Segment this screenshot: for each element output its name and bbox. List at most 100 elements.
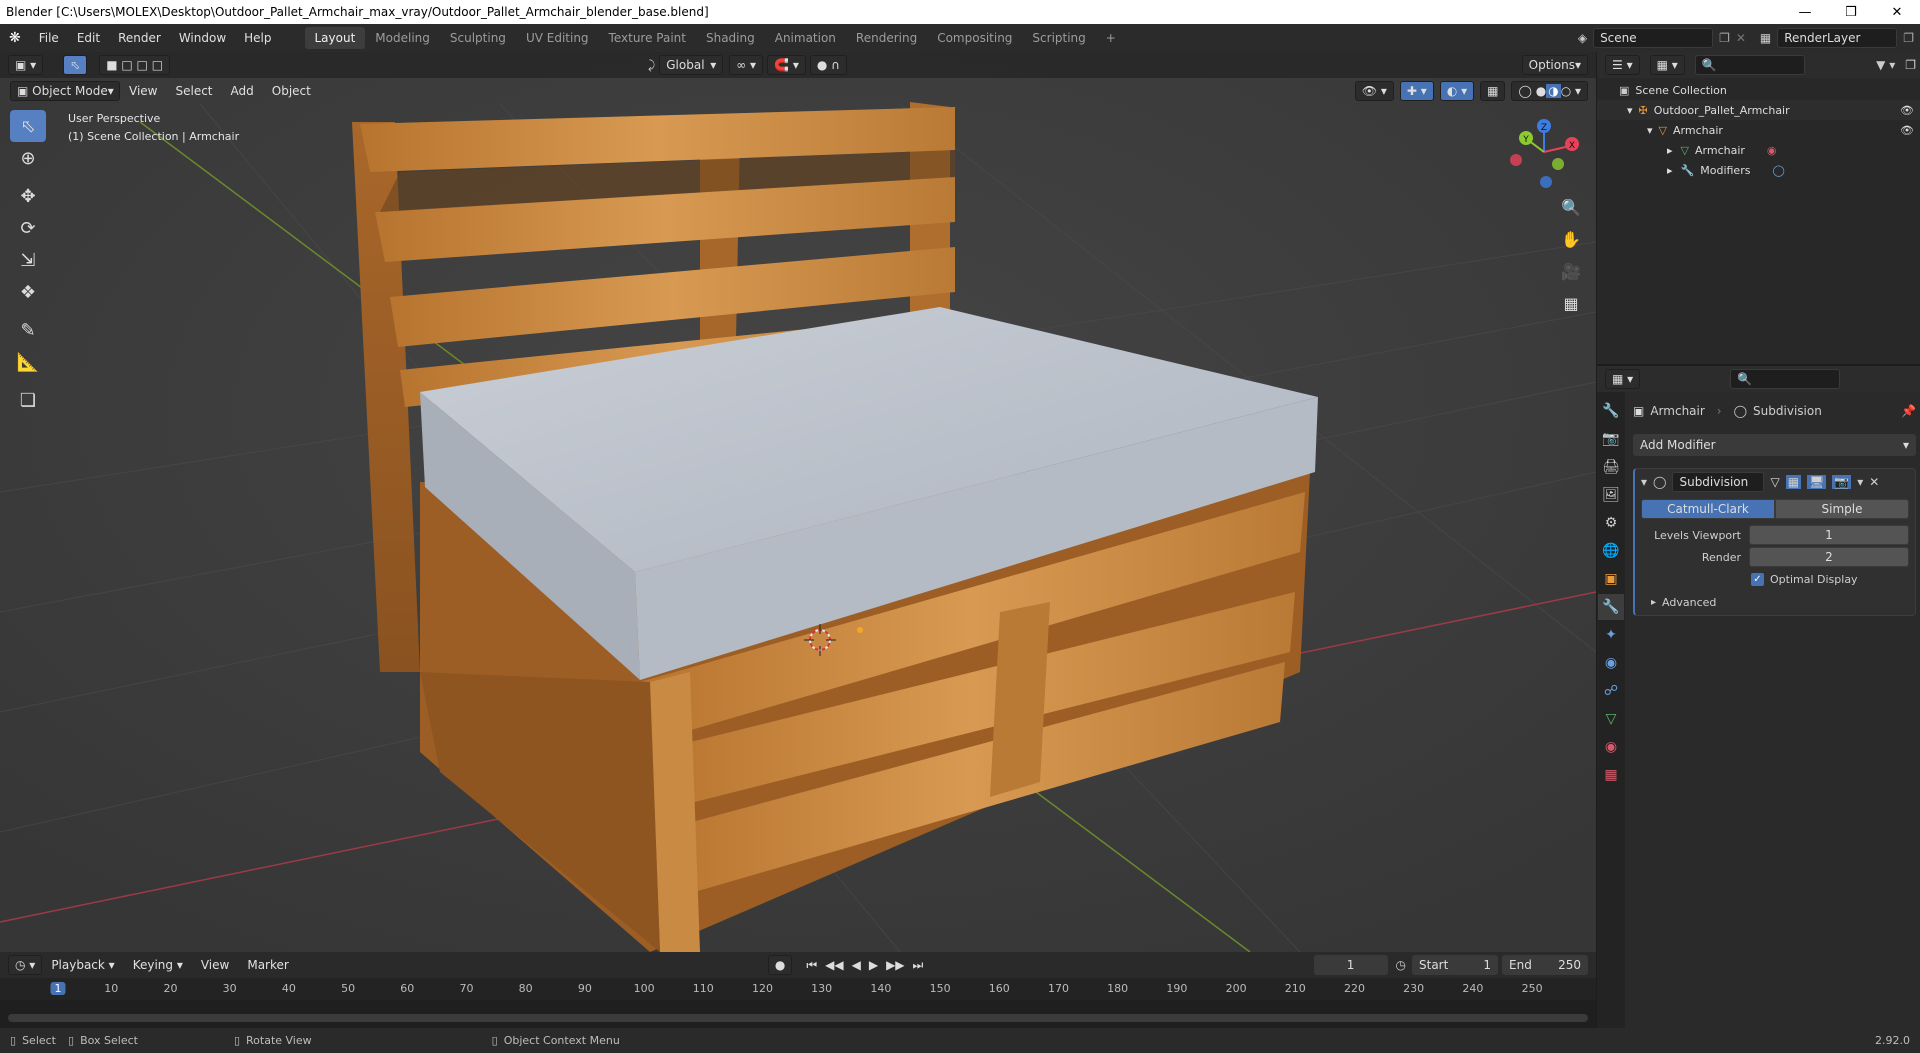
workspace-tab-sculpting[interactable]: Sculpting xyxy=(440,27,516,49)
timeline-editor-type-icon[interactable]: ◷ ▾ xyxy=(8,955,43,975)
outliner-search-input[interactable]: 🔍 xyxy=(1694,55,1805,75)
outliner-row-object[interactable]: ▾ ▽ Armchair 👁 xyxy=(1597,120,1920,140)
timeline-ruler[interactable]: 1 10 20 30 40 50 60 70 80 90 100 110 120 130 140 150 160… xyxy=(0,978,1596,1000)
display-mode-icon[interactable]: ▦ ▾ xyxy=(1649,55,1685,75)
properties-search-input[interactable]: 🔍 xyxy=(1730,369,1841,389)
filter-icon[interactable]: ▼ ▾ xyxy=(1876,58,1895,72)
modifier-menu-icon[interactable]: ▾ xyxy=(1857,475,1863,489)
ortho-grid-icon[interactable]: ▦ xyxy=(1556,288,1586,318)
viewport-menu-object[interactable]: Object xyxy=(263,84,320,98)
add-workspace-button[interactable]: + xyxy=(1096,27,1126,49)
outliner-row-scene-collection[interactable]: ▣ Scene Collection xyxy=(1597,80,1920,100)
menu-render[interactable]: Render xyxy=(109,31,170,45)
world-tab-icon[interactable]: 🌐 xyxy=(1598,538,1624,564)
particles-tab-icon[interactable]: ✦ xyxy=(1598,622,1624,648)
jump-end-icon[interactable]: ⏭ xyxy=(913,958,924,973)
render-layer-selector[interactable]: RenderLayer xyxy=(1777,28,1898,48)
scene-selector[interactable]: Scene xyxy=(1593,28,1714,48)
transform-orientation-dropdown[interactable]: Global ▾ xyxy=(659,55,724,75)
render-layer-icon[interactable]: ▦ xyxy=(1760,31,1771,45)
annotate-tool-icon[interactable]: ✎ xyxy=(10,314,46,346)
properties-editor-type-icon[interactable]: ▦ ▾ xyxy=(1605,369,1641,389)
object-tab-icon[interactable]: ▣ xyxy=(1598,566,1624,592)
physics-tab-icon[interactable]: ◉ xyxy=(1598,650,1624,676)
xray-toggle-icon[interactable]: ▦ xyxy=(1480,81,1506,101)
render-levels-field[interactable]: 2 xyxy=(1749,547,1909,567)
maximize-button[interactable]: ❒ xyxy=(1828,5,1874,20)
workspace-tab-layout[interactable]: Layout xyxy=(304,27,366,49)
minimize-button[interactable]: — xyxy=(1782,5,1828,20)
visibility-eye-icon[interactable]: 👁 xyxy=(1900,124,1914,137)
pan-hand-icon[interactable]: ✋ xyxy=(1556,224,1586,254)
next-keyframe-icon[interactable]: ▶▶ xyxy=(886,958,904,973)
record-keyframe-icon[interactable]: ● xyxy=(767,955,793,975)
select-box-tool-icon[interactable]: ⬁ xyxy=(10,110,46,142)
rotate-tool-icon[interactable]: ⟳ xyxy=(10,212,46,244)
outliner-editor-type-icon[interactable]: ☰ ▾ xyxy=(1605,55,1640,75)
proportional-edit-toggle[interactable]: ● ∩ xyxy=(809,55,847,75)
scale-tool-icon[interactable]: ⇲ xyxy=(10,244,46,276)
timeline-menu-playback[interactable]: Playback ▾ xyxy=(42,958,123,972)
shading-modes[interactable]: ◯ ● ◑ ○ ▾ xyxy=(1511,81,1588,101)
pin-icon[interactable]: 📌 xyxy=(1901,404,1916,418)
collapsed-arrow-icon[interactable]: ▸ xyxy=(1667,164,1673,177)
viewport-menu-select[interactable]: Select xyxy=(166,84,221,98)
timeline-menu-keying[interactable]: Keying ▾ xyxy=(124,958,192,972)
scene-icon[interactable]: ◈ xyxy=(1578,31,1587,45)
add-cube-tool-icon[interactable]: ❏ xyxy=(10,384,46,416)
start-frame-field[interactable]: Start 1 xyxy=(1412,955,1498,975)
play-icon[interactable]: ▶ xyxy=(869,958,878,973)
constraints-tab-icon[interactable]: ☍ xyxy=(1598,678,1624,704)
cursor-tool-icon[interactable]: ⊕ xyxy=(10,142,46,174)
new-layer-icon[interactable]: ❐ xyxy=(1903,31,1914,45)
outliner-row-modifiers[interactable]: ▸ 🔧 Modifiers ◯ xyxy=(1597,160,1920,180)
selection-modes[interactable]: ■ □ □ □ xyxy=(99,55,171,75)
levels-viewport-field[interactable]: 1 xyxy=(1749,525,1909,545)
menu-edit[interactable]: Edit xyxy=(68,31,109,45)
scene-tab-icon[interactable]: ⚙ xyxy=(1598,510,1624,536)
timeline-track-area[interactable] xyxy=(0,1000,1596,1028)
modifier-name-input[interactable]: Subdivision xyxy=(1672,472,1765,492)
viewport-scene[interactable]: Z X Y xyxy=(0,52,1596,952)
menu-window[interactable]: Window xyxy=(170,31,235,45)
optimal-display-row[interactable]: ✓ Optimal Display xyxy=(1751,573,1909,586)
advanced-subpanel[interactable]: ▸ Advanced xyxy=(1651,596,1909,609)
move-tool-icon[interactable]: ✥ xyxy=(10,180,46,212)
end-frame-field[interactable]: End 250 xyxy=(1502,955,1588,975)
expand-arrow-icon[interactable]: ▾ xyxy=(1627,104,1633,117)
blender-logo-icon[interactable]: ❋ xyxy=(0,30,30,46)
visibility-eye-icon[interactable]: 👁 xyxy=(1900,104,1914,117)
workspace-tab-texture-paint[interactable]: Texture Paint xyxy=(599,27,696,49)
gizmo-toggle-icon[interactable]: ✚ ▾ xyxy=(1399,81,1434,101)
edit-mode-toggle-icon[interactable]: ▽ xyxy=(1770,475,1779,489)
viewport-toggle-icon[interactable]: 🖥 xyxy=(1807,475,1827,489)
outliner-row-mesh[interactable]: ▸ ▽ Armchair ◉ xyxy=(1597,140,1920,160)
data-tab-icon[interactable]: ▽ xyxy=(1598,706,1624,732)
prev-keyframe-icon[interactable]: ◀◀ xyxy=(825,958,843,973)
delete-scene-icon[interactable]: ✕ xyxy=(1736,31,1746,45)
menu-help[interactable]: Help xyxy=(235,31,280,45)
remove-modifier-icon[interactable]: ✕ xyxy=(1869,475,1879,489)
object-mode-dropdown[interactable]: ▣ Object Mode ▾ xyxy=(10,81,120,101)
viewport-menu-add[interactable]: Add xyxy=(222,84,263,98)
new-collection-icon[interactable]: ❐ xyxy=(1905,58,1916,72)
measure-tool-icon[interactable]: 📐 xyxy=(10,346,46,378)
timeline-menu-view[interactable]: View xyxy=(192,958,238,972)
transform-tool-icon[interactable]: ❖ xyxy=(10,276,46,308)
current-frame-field[interactable]: 1 xyxy=(1313,955,1388,975)
current-frame-indicator[interactable]: 1 xyxy=(50,982,66,995)
output-tab-icon[interactable]: 🖨 xyxy=(1598,454,1624,480)
workspace-tab-compositing[interactable]: Compositing xyxy=(927,27,1022,49)
timeline-scrollbar[interactable] xyxy=(8,1014,1588,1022)
workspace-tab-modeling[interactable]: Modeling xyxy=(365,27,440,49)
optimal-display-checkbox[interactable]: ✓ xyxy=(1751,573,1764,586)
workspace-tab-rendering[interactable]: Rendering xyxy=(846,27,927,49)
select-mode-icon[interactable]: ⬁ xyxy=(63,55,88,75)
workspace-tab-animation[interactable]: Animation xyxy=(765,27,846,49)
texture-tab-icon[interactable]: ▦ xyxy=(1598,762,1624,788)
visibility-icon[interactable]: 👁 ▾ xyxy=(1354,81,1394,101)
expand-arrow-icon[interactable]: ▾ xyxy=(1647,124,1653,137)
collapsed-arrow-icon[interactable]: ▸ xyxy=(1651,597,1656,608)
3d-viewport[interactable]: Z X Y ▣ ▾ ⬁ ■ □ □ □ ⤸ Global ▾ ∞ ▾ 🧲 ▾ ● … xyxy=(0,52,1596,952)
outliner-row-collection[interactable]: ▾ ✠ Outdoor_Pallet_Armchair 👁 xyxy=(1597,100,1920,120)
